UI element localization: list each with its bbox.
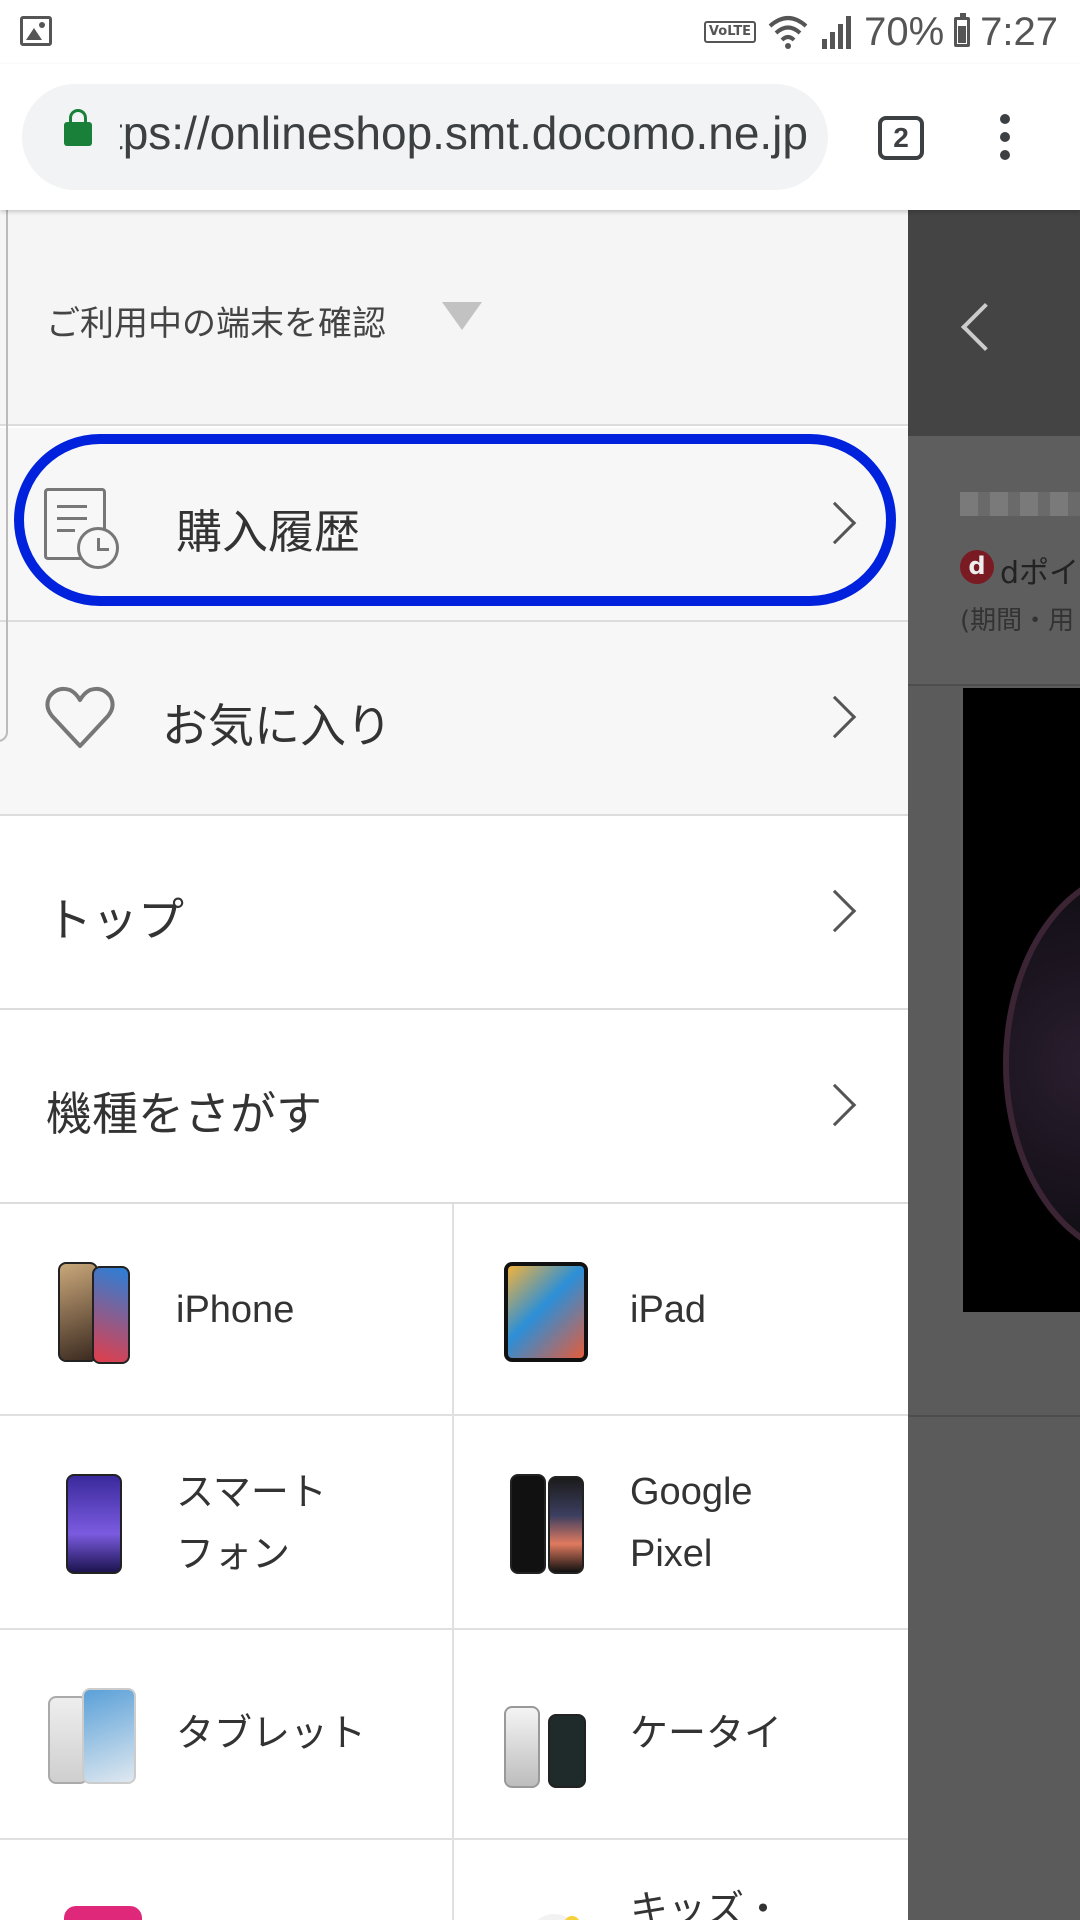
- category-google-pixel[interactable]: Google Pixel: [454, 1416, 908, 1630]
- category-label: Google Pixel: [630, 1471, 753, 1575]
- heart-icon: [45, 686, 115, 748]
- favorites-label: お気に入り: [162, 699, 392, 753]
- top-label: トップ: [46, 893, 184, 947]
- category-iphone[interactable]: iPhone: [0, 1204, 454, 1416]
- category-thumbnail: [50, 1906, 142, 1920]
- navigation-drawer: ご利用中の端末を確認 購入履歴 お気に入り トップ 機種をさがす iPhone …: [0, 210, 908, 1920]
- image-notification-icon: [20, 16, 52, 46]
- wifi-icon: [768, 16, 808, 49]
- volte-icon: VoLTE: [703, 21, 757, 43]
- tab-switcher-button[interactable]: 2: [878, 116, 924, 160]
- background-points-card: d dポイ (期間・用: [908, 436, 1080, 686]
- kids-thumbnail: [504, 1914, 588, 1920]
- period-text: (期間・用: [960, 606, 1075, 636]
- device-check-section[interactable]: ご利用中の端末を確認: [0, 210, 908, 426]
- blurred-text: [960, 492, 1080, 516]
- lock-icon: [64, 109, 92, 146]
- category-item-partial[interactable]: [0, 1840, 454, 1920]
- category-label: キッズ・: [630, 1887, 783, 1920]
- purchase-history-icon: [44, 488, 119, 569]
- find-device-label: 機種をさがす: [46, 1087, 322, 1141]
- chevron-right-icon: [813, 1083, 857, 1127]
- smartphone-thumbnail: [50, 1474, 134, 1578]
- status-icons: VoLTE 70% 7:27: [703, 6, 1058, 58]
- google-pixel-thumbnail: [504, 1474, 588, 1578]
- dpoint-text: dポイ: [1000, 556, 1080, 591]
- menu-item-top[interactable]: トップ: [0, 816, 908, 1010]
- drawer-edge-handle: [0, 190, 8, 742]
- address-bar[interactable]: https://onlineshop.smt.docomo.ne.jp: [22, 84, 828, 190]
- browser-toolbar: https://onlineshop.smt.docomo.ne.jp 2: [0, 64, 1080, 210]
- category-kids[interactable]: キッズ・: [454, 1840, 908, 1920]
- url-text[interactable]: https://onlineshop.smt.docomo.ne.jp: [120, 106, 808, 160]
- category-keitai[interactable]: ケータイ: [454, 1630, 908, 1840]
- chevron-right-icon: [813, 889, 857, 933]
- ipad-thumbnail: [504, 1262, 588, 1366]
- category-label: タブレット: [176, 1711, 367, 1755]
- dpoint-icon: d: [960, 550, 994, 584]
- device-check-label: ご利用中の端末を確認: [46, 304, 386, 344]
- divider: [908, 1415, 1080, 1417]
- menu-item-favorites[interactable]: お気に入り: [0, 622, 908, 816]
- keitai-thumbnail: [504, 1688, 588, 1792]
- background-header: [908, 210, 1080, 436]
- category-label: iPad: [630, 1289, 707, 1331]
- category-label: ケータイ: [630, 1711, 783, 1755]
- background-page-overlay[interactable]: d dポイ (期間・用: [908, 210, 1080, 1920]
- category-label: スマート フォン: [176, 1470, 327, 1576]
- iphone-thumbnail: [50, 1262, 134, 1366]
- back-arrow-icon: [960, 302, 1010, 352]
- signal-icon: [822, 16, 852, 49]
- chevron-right-icon: [813, 695, 857, 739]
- dropdown-triangle-icon[interactable]: [442, 302, 482, 330]
- menu-item-find-device[interactable]: 機種をさがす: [0, 1010, 908, 1204]
- chevron-right-icon: [813, 501, 857, 545]
- category-smartphone[interactable]: スマート フォン: [0, 1416, 454, 1630]
- tablet-thumbnail: [48, 1688, 136, 1792]
- category-tablet[interactable]: タブレット: [0, 1630, 454, 1840]
- clock: 7:27: [980, 9, 1058, 54]
- category-label: iPhone: [176, 1289, 295, 1331]
- category-ipad[interactable]: iPad: [454, 1204, 908, 1416]
- background-product-image: [963, 688, 1080, 1312]
- purchase-history-label: 購入履歴: [176, 505, 360, 559]
- menu-item-purchase-history[interactable]: 購入履歴: [0, 428, 908, 622]
- battery-percent: 70%: [864, 9, 945, 54]
- battery-icon: [954, 13, 971, 47]
- more-menu-icon[interactable]: [990, 114, 1020, 164]
- status-bar: VoLTE 70% 7:27: [0, 0, 1080, 64]
